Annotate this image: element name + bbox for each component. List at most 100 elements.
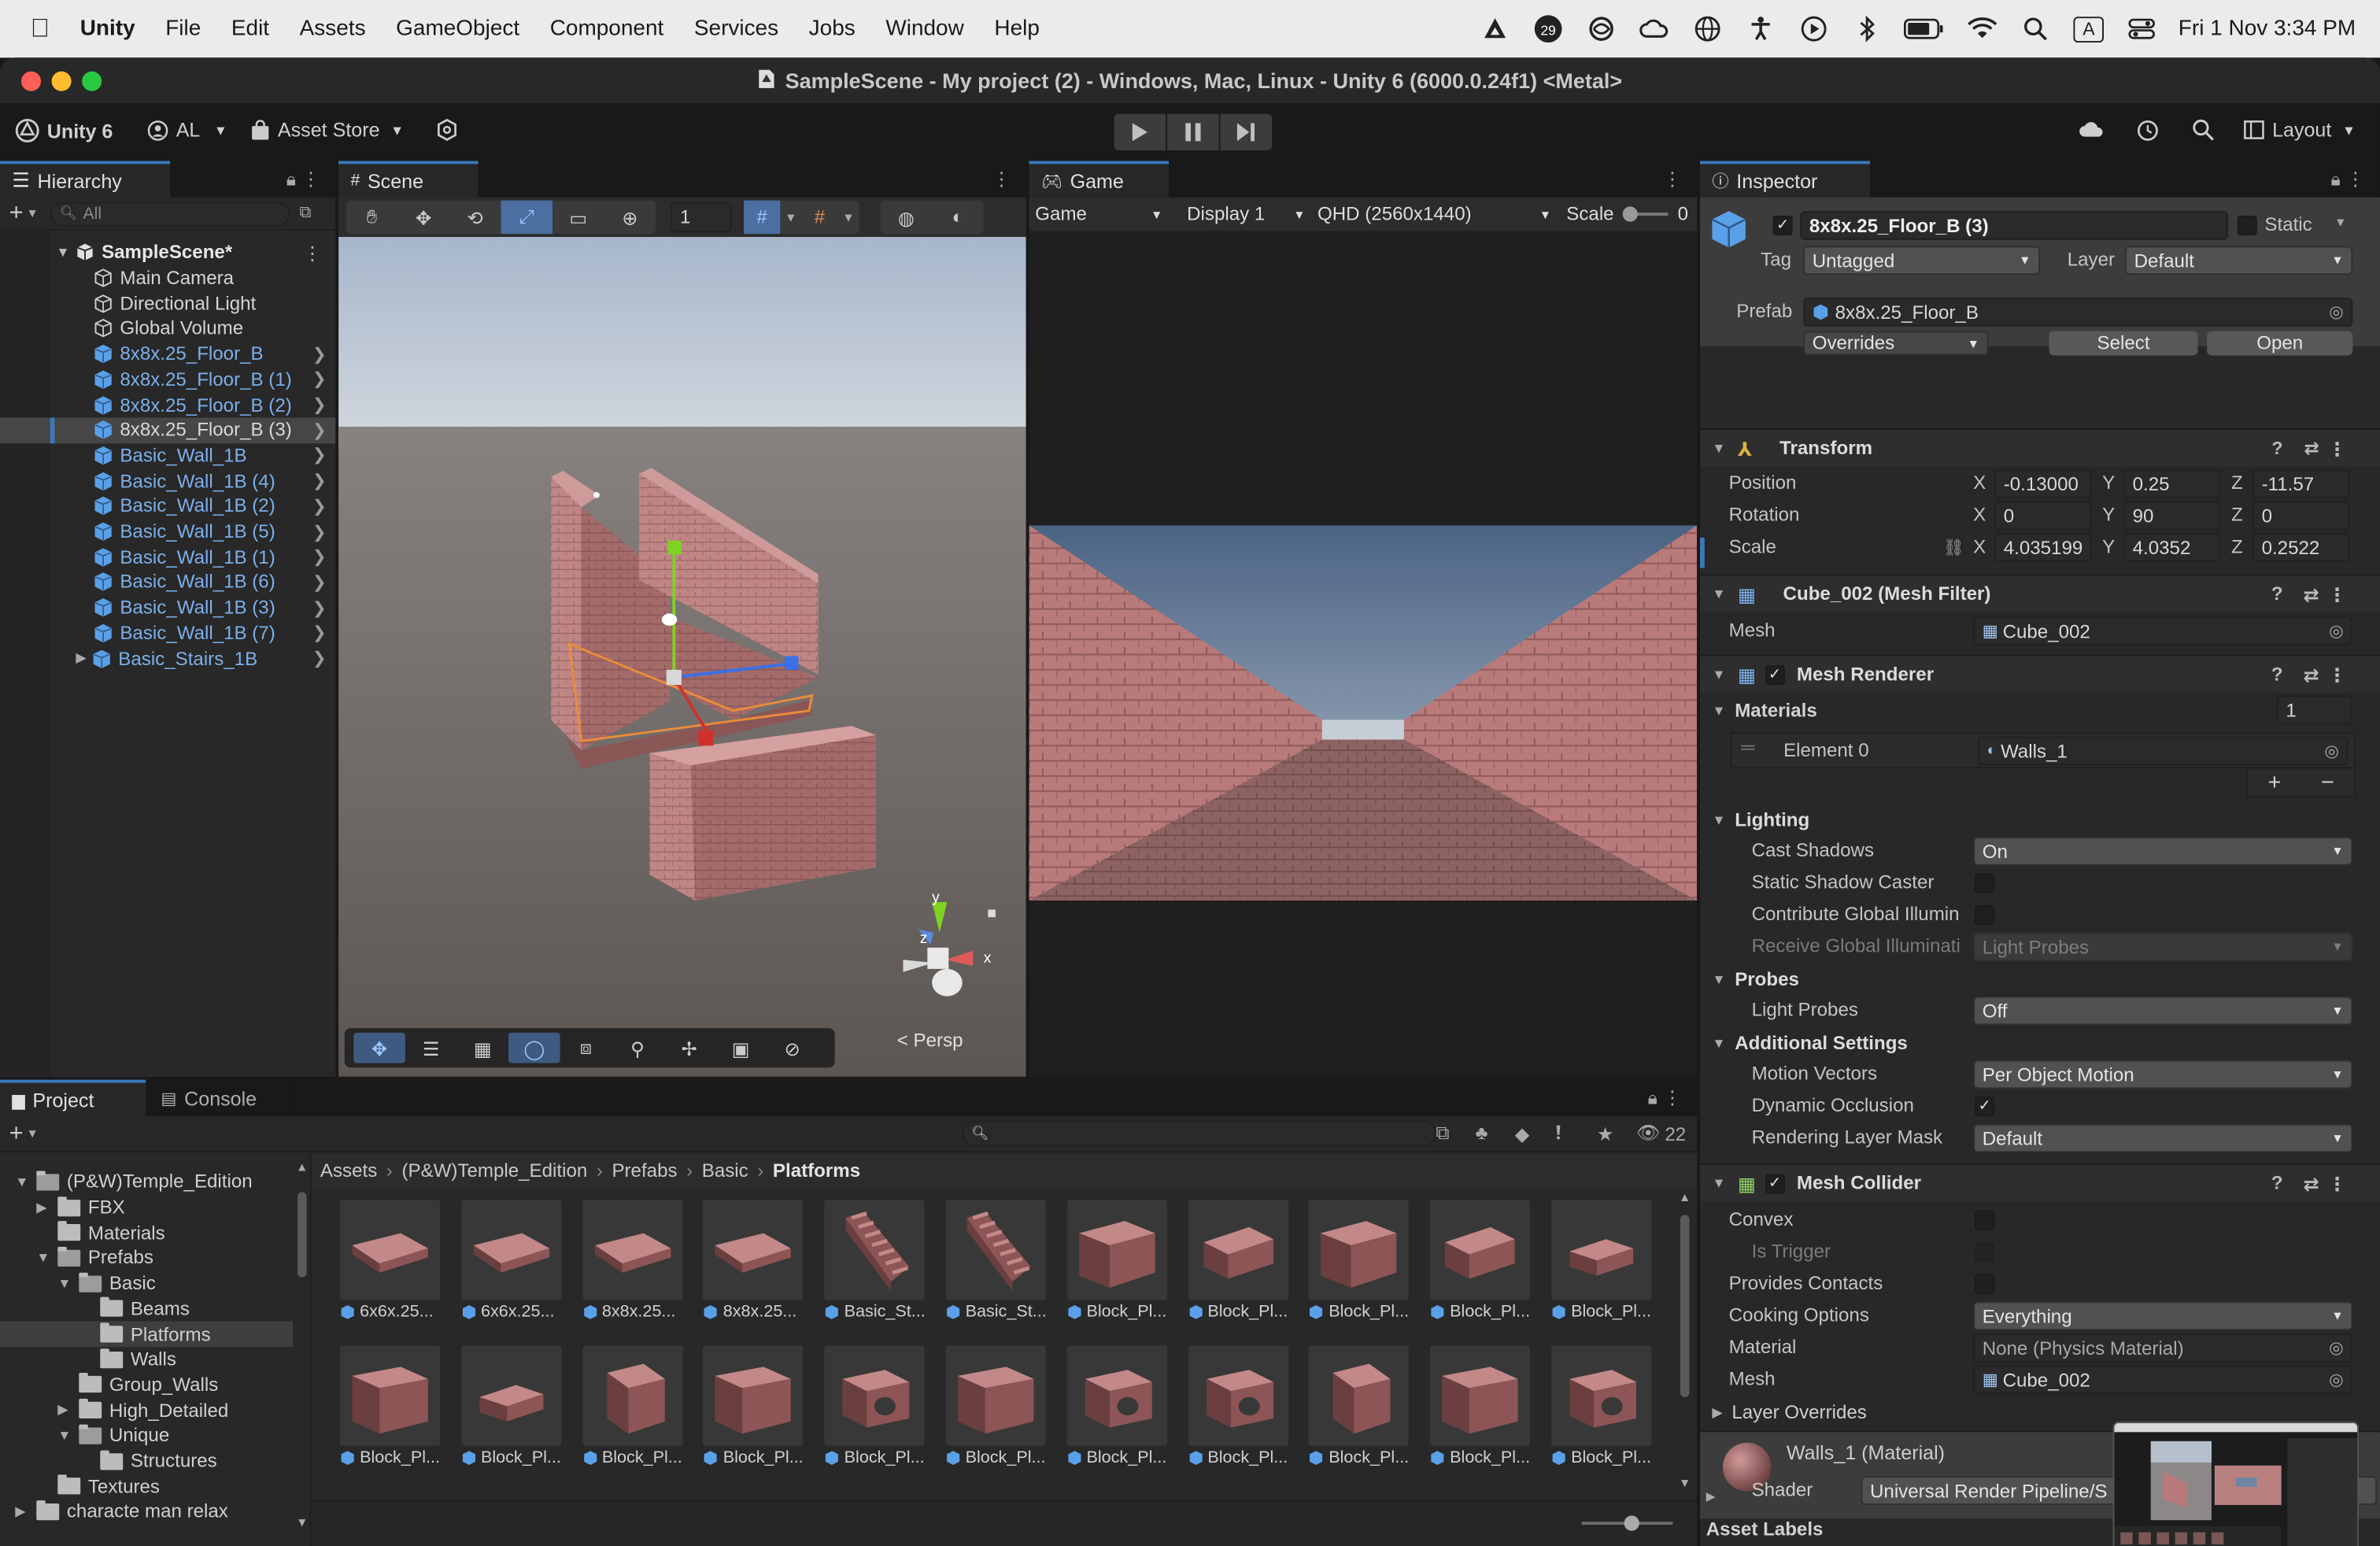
chevron-up-icon[interactable]: ▲ xyxy=(1679,1191,1691,1204)
hierarchy-item[interactable]: Basic_Wall_1B (2) ❯ xyxy=(0,494,335,519)
kebab-menu-icon[interactable]: ⋮ xyxy=(2327,583,2346,605)
object-picker-icon[interactable]: ◎ xyxy=(2329,1370,2344,1389)
asset-label[interactable]: 8x8x.25... xyxy=(582,1303,698,1321)
tree-scrollbar[interactable]: ▲ ▼ xyxy=(296,1160,308,1534)
hierarchy-item[interactable]: Basic_Wall_1B (4) ❯ xyxy=(0,468,335,494)
transform-header[interactable]: ▼ ⅄ Transform ? ⇄ ⋮ xyxy=(1699,428,2380,467)
add-element-button[interactable]: + xyxy=(2267,770,2281,796)
asset-thumbnail[interactable] xyxy=(460,1345,562,1446)
asset-label[interactable]: 6x6x.25... xyxy=(461,1303,577,1321)
chevron-right-icon[interactable]: ▶ xyxy=(57,1402,79,1418)
grid-visibility-icon[interactable]: # xyxy=(801,206,837,227)
move-tool-icon[interactable]: ✥ xyxy=(397,205,449,228)
mesh-filter-header[interactable]: ▼ ▦ Cube_002 (Mesh Filter) ? ⇄ ⋮ xyxy=(1699,574,2380,612)
asset-label[interactable]: Block_Pl... xyxy=(1188,1449,1303,1467)
prefab-field[interactable]: 8x8x.25_Floor_B ◎ xyxy=(1803,298,2353,327)
globe-icon[interactable] xyxy=(1691,12,1724,45)
static-shadow-caster-checkbox[interactable] xyxy=(1975,873,1995,893)
grid-size-input[interactable]: 1 xyxy=(671,202,732,233)
light-probes-dropdown[interactable]: Off ▼ xyxy=(1973,996,2353,1026)
object-picker-icon[interactable]: ◎ xyxy=(2329,302,2344,322)
materials-count-field[interactable]: 1 xyxy=(2276,695,2353,725)
tab-project[interactable]: ▆ Project xyxy=(0,1079,146,1117)
asset-thumbnail[interactable] xyxy=(1430,1200,1531,1300)
thumbnail-size-thumb[interactable] xyxy=(1624,1515,1639,1531)
motion-vectors-dropdown[interactable]: Per Object Motion ▼ xyxy=(1973,1060,2353,1089)
rotation-z-field[interactable]: 0 xyxy=(2252,501,2350,531)
mesh-collider-enabled-checkbox[interactable]: ✓ xyxy=(1765,1173,1785,1193)
chevron-down-icon[interactable]: ▼ xyxy=(26,206,38,220)
kebab-menu-icon[interactable]: ⋮ xyxy=(2327,437,2346,460)
kebab-menu-icon[interactable]: ⋮ xyxy=(1663,1086,1682,1108)
open-prefab-arrow-icon[interactable]: ❯ xyxy=(312,597,327,617)
tab-hierarchy[interactable]: ☰ Hierarchy xyxy=(0,161,170,198)
mesh-renderer-header[interactable]: ▼ ▦ ✓ Mesh Renderer ? ⇄ ⋮ xyxy=(1699,654,2380,693)
contribute-global-illumination-checkbox[interactable] xyxy=(1975,904,1995,925)
rotation-axis-z-label[interactable]: Z xyxy=(2231,505,2243,526)
open-prefab-arrow-icon[interactable]: ❯ xyxy=(312,497,327,516)
chevron-right-icon[interactable]: ▶ xyxy=(1712,1404,1722,1421)
additional-settings-foldout[interactable]: ▼ Additional Settings xyxy=(1700,1028,2380,1059)
move-tool-icon[interactable]: ✥ xyxy=(353,1032,405,1063)
presets-icon[interactable]: ⇄ xyxy=(2304,663,2319,686)
tag-dropdown[interactable]: Untagged ▼ xyxy=(1803,246,2040,276)
pause-button[interactable] xyxy=(1167,113,1219,150)
chevron-right-icon[interactable]: ▶ xyxy=(76,650,86,667)
position-y-field[interactable]: 0.25 xyxy=(2123,469,2221,498)
display-dropdown[interactable]: Display 1 ▼ xyxy=(1181,204,1311,225)
hierarchy-item[interactable]: 8x8x.25_Floor_B (2) ❯ xyxy=(0,392,335,417)
lock-icon[interactable]: 🔒︎ xyxy=(1648,1087,1658,1110)
receive-global-illumination-dropdown[interactable]: Light Probes ▼ xyxy=(1973,932,2353,962)
favorite-star-icon[interactable]: ★ xyxy=(1597,1123,1614,1145)
asset-label[interactable]: Block_Pl... xyxy=(1309,1449,1425,1467)
active-checkbox[interactable]: ✓ xyxy=(1772,215,1793,236)
project-tree-item[interactable]: Textures xyxy=(0,1474,293,1499)
tree-scroll-thumb[interactable] xyxy=(297,1192,307,1278)
chevron-down-icon[interactable]: ▼ xyxy=(57,1276,79,1291)
layer-dropdown[interactable]: Default ▼ xyxy=(2124,246,2353,276)
scale-axis-z-label[interactable]: Z xyxy=(2231,536,2243,557)
kebab-menu-icon[interactable]: ⋮ xyxy=(2346,167,2365,190)
convex-checkbox[interactable] xyxy=(1975,1210,1995,1230)
asset-label[interactable]: Basic_St... xyxy=(825,1303,941,1321)
kebab-menu-icon[interactable]: ⋮ xyxy=(1663,167,1682,190)
tag-icon[interactable]: ◆ xyxy=(1515,1123,1530,1145)
hierarchy-item[interactable]: Basic_Wall_1B ❯ xyxy=(0,443,335,468)
menu-edit[interactable]: Edit xyxy=(231,17,269,41)
asset-label[interactable]: Block_Pl... xyxy=(461,1449,577,1467)
mesh-renderer-enabled-checkbox[interactable]: ✓ xyxy=(1765,664,1785,685)
hidden-packages-toggle[interactable]: 👁︎ 22 xyxy=(1636,1123,1686,1145)
link-scale-icon[interactable]: ⛓︎ xyxy=(1943,538,1964,557)
mesh-collider-header[interactable]: ▼ ▦ ✓ Mesh Collider ? ⇄ ⋮ xyxy=(1699,1163,2380,1202)
presets-icon[interactable]: ⇄ xyxy=(2304,583,2319,605)
layers-icon[interactable]: ⧈ xyxy=(560,1037,612,1060)
project-tree-item[interactable]: ▶ FBX xyxy=(0,1195,293,1220)
chevron-down-icon[interactable]: ▼ xyxy=(1712,1036,1725,1051)
asset-thumbnail[interactable] xyxy=(582,1345,683,1446)
asset-thumbnail[interactable] xyxy=(1550,1200,1652,1300)
chevron-down-icon[interactable]: ▼ xyxy=(1712,586,1725,601)
search-by-type-icon[interactable]: ⧉ xyxy=(1436,1123,1449,1145)
help-icon[interactable]: ? xyxy=(2271,583,2283,605)
zoom-icon[interactable]: ⚲ xyxy=(612,1037,663,1060)
asset-thumbnail[interactable] xyxy=(703,1200,804,1300)
object-name-field[interactable]: 8x8x.25_Floor_B (3) xyxy=(1800,211,2229,240)
chevron-up-icon[interactable]: ▲ xyxy=(296,1160,308,1174)
hierarchy-item[interactable]: Basic_Wall_1B (7) ❯ xyxy=(0,620,335,645)
asset-label[interactable]: Block_Pl... xyxy=(1309,1303,1425,1321)
menu-assets[interactable]: Assets xyxy=(300,17,366,41)
project-tree-item[interactable]: Beams xyxy=(0,1296,293,1322)
menu-jobs[interactable]: Jobs xyxy=(809,17,856,41)
accessibility-icon[interactable] xyxy=(1744,12,1777,45)
rotation-axis-x-label[interactable]: X xyxy=(1973,505,1986,526)
asset-label[interactable]: Basic_St... xyxy=(945,1303,1061,1321)
rendering-layer-mask-dropdown[interactable]: Default ▼ xyxy=(1973,1123,2353,1153)
resolution-dropdown[interactable]: QHD (2560x1440) ▼ xyxy=(1311,204,1557,225)
account-dropdown[interactable]: AL ▼ xyxy=(147,118,227,141)
rotation-axis-y-label[interactable]: Y xyxy=(2102,505,2115,526)
dynamic-occlusion-checkbox[interactable]: ✓ xyxy=(1975,1096,1995,1117)
hierarchy-item[interactable]: 8x8x.25_Floor_B ❯ xyxy=(0,342,335,367)
kebab-menu-icon[interactable]: ⋮ xyxy=(303,241,322,264)
search-by-label-icon[interactable]: ♣ xyxy=(1476,1123,1488,1144)
pivot-icon[interactable]: ✢ xyxy=(663,1037,715,1060)
